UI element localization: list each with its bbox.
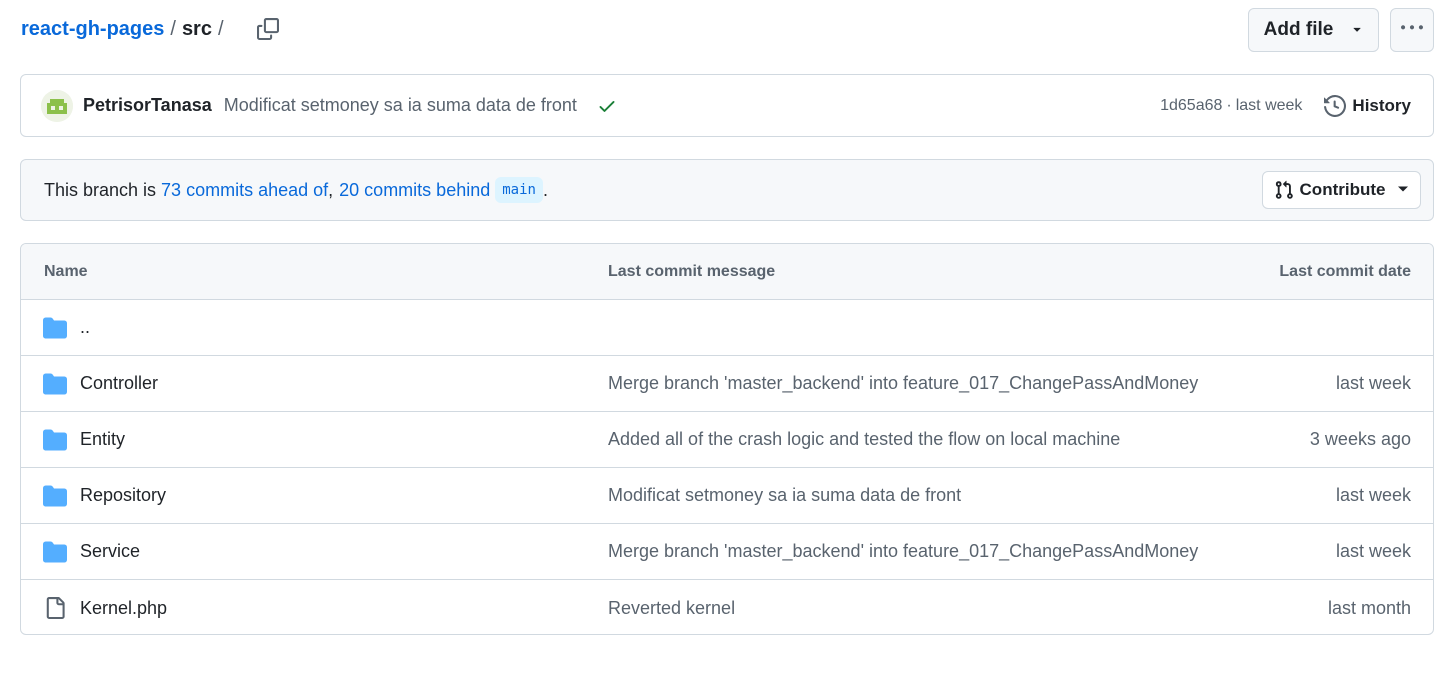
commit-date: last week xyxy=(1335,541,1411,561)
commits-behind-link[interactable]: 20 commits behind xyxy=(339,180,490,201)
commit-date: 3 weeks ago xyxy=(1309,429,1411,449)
file-name-cell: Entity xyxy=(43,428,125,452)
comma: , xyxy=(328,179,334,200)
folder-icon xyxy=(43,316,67,340)
commits-ahead-link[interactable]: 73 commits ahead of xyxy=(161,180,328,201)
file-name-link[interactable]: Service xyxy=(80,541,140,562)
folder-icon xyxy=(43,428,67,452)
kebab-horizontal-icon xyxy=(1401,17,1423,44)
add-file-button[interactable]: Add file xyxy=(1248,8,1379,52)
commit-message-link[interactable]: Merge branch 'master_backend' into featu… xyxy=(608,541,1198,562)
file-name-cell: Repository xyxy=(43,484,166,508)
commit-date: last month xyxy=(1327,597,1411,618)
file-icon xyxy=(43,596,67,620)
commit-message-link[interactable]: Added all of the crash logic and tested … xyxy=(608,429,1120,450)
table-row[interactable]: Service Merge branch 'master_backend' int… xyxy=(21,524,1433,580)
commit-message-link[interactable]: Reverted kernel xyxy=(608,598,735,619)
breadcrumb: react-gh-pages / src / xyxy=(21,14,280,44)
commit-message[interactable]: Modificat setmoney sa ia suma data de fr… xyxy=(224,95,577,116)
file-name-cell: Kernel.php xyxy=(43,596,167,620)
commit-date: last week xyxy=(1335,485,1411,505)
commit-time: last week xyxy=(1235,96,1303,114)
folder-icon xyxy=(43,484,67,508)
branch-status-prefix: This branch is xyxy=(44,179,162,200)
file-name-link[interactable]: Controller xyxy=(80,373,158,394)
folder-icon xyxy=(43,372,67,396)
branch-status-suffix: . xyxy=(542,179,548,200)
history-icon xyxy=(1324,94,1347,117)
copy-path-icon[interactable] xyxy=(256,17,280,41)
file-table: Name Last commit message Last commit dat… xyxy=(20,243,1434,635)
table-header: Name Last commit message Last commit dat… xyxy=(21,244,1433,300)
branch-status-bar: This branch is 73 commits ahead of , 20 … xyxy=(20,159,1434,221)
commit-author[interactable]: PetrisorTanasa xyxy=(83,95,212,116)
folder-icon xyxy=(43,540,67,564)
table-row[interactable]: Controller Merge branch 'master_backend' … xyxy=(21,356,1433,412)
contribute-button[interactable]: Contribute xyxy=(1262,171,1421,209)
contribute-label: Contribute xyxy=(1299,180,1386,199)
latest-commit-bar: PetrisorTanasa Modificat setmoney sa ia … xyxy=(20,74,1434,137)
base-branch-badge[interactable]: main xyxy=(495,177,543,203)
dot-separator: · xyxy=(1226,96,1232,114)
commit-message-link[interactable]: Merge branch 'master_backend' into featu… xyxy=(608,373,1198,394)
more-options-button[interactable] xyxy=(1390,8,1434,52)
breadcrumb-current-dir: src xyxy=(181,17,212,40)
commit-message-link[interactable]: Modificat setmoney sa ia suma data de fr… xyxy=(608,485,961,506)
history-label: History xyxy=(1352,95,1411,115)
check-icon[interactable] xyxy=(597,96,617,116)
column-header-date: Last commit date xyxy=(1279,262,1411,280)
table-row[interactable]: Entity Added all of the crash logic and t… xyxy=(21,412,1433,468)
file-name-cell: Controller xyxy=(43,372,158,396)
file-name-link[interactable]: .. xyxy=(80,317,90,338)
file-name-link[interactable]: Entity xyxy=(80,429,125,450)
table-row[interactable]: Kernel.php Reverted kernel last month xyxy=(21,580,1433,634)
add-file-label: Add file xyxy=(1263,19,1334,40)
breadcrumb-separator: / xyxy=(217,17,224,40)
git-pull-request-icon xyxy=(1275,180,1293,199)
file-name-cell: .. xyxy=(43,316,90,340)
file-name-link[interactable]: Repository xyxy=(80,485,166,506)
history-button[interactable]: History xyxy=(1324,94,1411,117)
table-row[interactable]: .. xyxy=(21,300,1433,356)
breadcrumb-separator: / xyxy=(170,17,176,40)
column-header-message: Last commit message xyxy=(608,262,776,280)
commit-date: last week xyxy=(1335,373,1411,393)
table-row[interactable]: Repository Modificat setmoney sa ia suma … xyxy=(21,468,1433,524)
commit-sha[interactable]: 1d65a68 xyxy=(1160,97,1222,115)
breadcrumb-repo-link[interactable]: react-gh-pages xyxy=(21,18,164,41)
caret-down-icon xyxy=(1351,19,1363,41)
column-header-name: Name xyxy=(44,262,88,280)
file-name-link[interactable]: Kernel.php xyxy=(80,598,167,619)
file-name-cell: Service xyxy=(43,540,140,564)
avatar[interactable] xyxy=(41,89,73,122)
caret-down-icon xyxy=(1397,180,1409,200)
